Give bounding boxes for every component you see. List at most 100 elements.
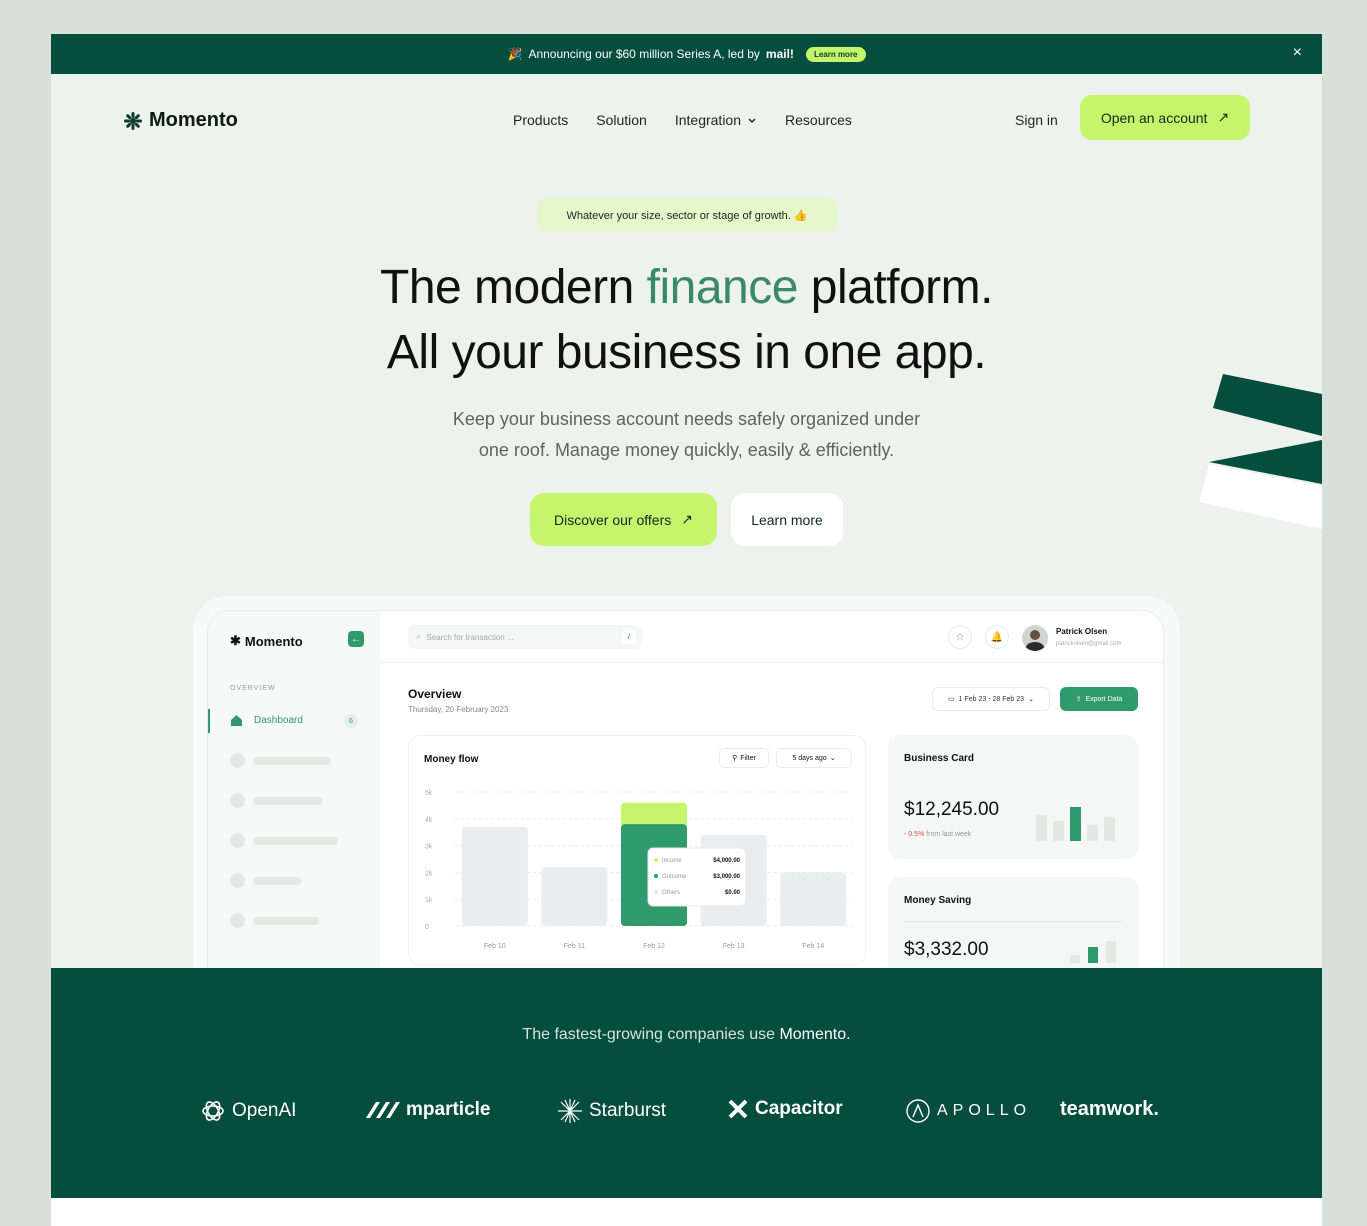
date-range-value: 1 Feb 23 - 28 Feb 23 bbox=[958, 695, 1025, 703]
chevron-down-icon: ⌄ bbox=[829, 755, 836, 762]
chevron-down-icon bbox=[748, 118, 756, 124]
filter-label: Filter bbox=[740, 754, 756, 762]
companies-caption-text: The fastest-growing companies use bbox=[522, 1026, 780, 1043]
avatar[interactable] bbox=[1022, 625, 1048, 651]
brand-logo[interactable]: Momento bbox=[123, 109, 238, 132]
x-tick-label: Feb 11 bbox=[564, 943, 585, 950]
company-logo-starburst: Starburst bbox=[557, 1098, 666, 1124]
user-email: patrickolsen@gmail.com bbox=[1056, 641, 1122, 647]
company-name: OpenAI bbox=[232, 1100, 297, 1121]
sidebar-item-placeholder[interactable] bbox=[230, 753, 331, 768]
announcement-learn-more-button[interactable]: Learn more bbox=[805, 46, 866, 62]
party-emoji: 🎉 bbox=[507, 47, 523, 61]
money-saving-value: $3,332.00 bbox=[904, 939, 989, 960]
page-frame: 🎉 Announcing our $60 million Series A, l… bbox=[51, 34, 1322, 1226]
tooltip-label: Outcome bbox=[662, 874, 687, 880]
filter-icon: ⚲ bbox=[732, 755, 738, 762]
upload-icon: ⇪ bbox=[1075, 696, 1082, 703]
active-indicator bbox=[208, 709, 210, 733]
mparticle-mark-icon bbox=[366, 1102, 400, 1118]
main-menu: Products Solution Integration Resources bbox=[513, 112, 852, 128]
hero-title-line-1: The modern finance platform. bbox=[51, 260, 1322, 315]
top-nav: Momento Products Solution Integration Re… bbox=[51, 74, 1322, 164]
openai-knot-icon bbox=[202, 1101, 224, 1121]
dashboard-count-badge: 6 bbox=[344, 714, 358, 728]
y-tick-label: 0 bbox=[425, 924, 429, 931]
hero-tagline: Whatever your size, sector or stage of g… bbox=[537, 198, 837, 232]
learn-more-button[interactable]: Learn more bbox=[731, 493, 843, 546]
date-range-picker[interactable]: ▭ 1 Feb 23 - 28 Feb 23 ⌄ bbox=[932, 687, 1050, 711]
nav-item-solution[interactable]: Solution bbox=[596, 112, 647, 128]
company-logo-teamwork: teamwork. bbox=[1060, 1098, 1159, 1121]
bar bbox=[461, 826, 528, 926]
open-account-button[interactable]: Open an account ↗ bbox=[1080, 95, 1250, 140]
divider bbox=[904, 921, 1122, 922]
tooltip-value: $0.00 bbox=[725, 890, 741, 896]
company-name: Starburst bbox=[589, 1100, 667, 1121]
dashboard-brand-name: Momento bbox=[244, 633, 303, 649]
home-icon bbox=[231, 715, 242, 726]
sidebar-item-placeholder[interactable] bbox=[230, 913, 319, 928]
search-icon: ⌕ bbox=[416, 632, 421, 641]
companies-section: The fastest-growing companies use Moment… bbox=[51, 968, 1322, 1198]
companies-caption: The fastest-growing companies use Moment… bbox=[51, 1026, 1322, 1044]
money-flow-chart: 0 1k 2k 3k 4k 5k Feb 10 Feb 11 Feb 12 Feb 13 Feb 1… bbox=[425, 790, 853, 950]
x-tick-label: Feb 10 bbox=[484, 943, 506, 950]
companies-caption-brand: Momento. bbox=[779, 1026, 851, 1043]
y-tick-label: 4k bbox=[425, 817, 433, 824]
user-name: Patrick Olsen bbox=[1056, 627, 1108, 636]
discover-offers-button[interactable]: Discover our offers ↗ bbox=[530, 493, 717, 546]
change-percent: - 0.5% bbox=[904, 831, 925, 838]
hero-subtitle-line-2: one roof. Manage money quickly, easily &… bbox=[478, 440, 895, 460]
tooltip-dot bbox=[654, 890, 658, 894]
nav-item-resources[interactable]: Resources bbox=[785, 112, 852, 128]
company-name: APOLLO bbox=[937, 1102, 1032, 1119]
hero-subtitle-line-1: Keep your business account needs safely … bbox=[452, 409, 921, 429]
sidebar-item-placeholder[interactable] bbox=[230, 873, 301, 888]
discover-offers-label: Discover our offers bbox=[554, 511, 672, 528]
business-card-change: - 0.5% from last week bbox=[904, 831, 971, 838]
business-card-widget: Business Card $12,245.00 - 0.5% from las… bbox=[888, 735, 1138, 859]
next-section bbox=[51, 1198, 1322, 1226]
x-tick-label: Feb 13 bbox=[723, 943, 745, 950]
y-tick-label: 1k bbox=[425, 897, 433, 904]
money-saving-title: Money Saving bbox=[904, 895, 972, 906]
tooltip-label: Others bbox=[662, 890, 680, 896]
close-icon[interactable]: × bbox=[1293, 44, 1302, 62]
x-tick-label: Feb 14 bbox=[802, 943, 824, 950]
nav-item-integration[interactable]: Integration bbox=[675, 112, 757, 128]
bar bbox=[780, 872, 847, 926]
announcement-bar: 🎉 Announcing our $60 million Series A, l… bbox=[51, 34, 1322, 74]
sidebar-item-placeholder[interactable] bbox=[230, 793, 323, 808]
search-placeholder: Search for transaction ... bbox=[426, 632, 514, 642]
sign-in-link[interactable]: Sign in bbox=[1015, 112, 1058, 128]
bell-icon[interactable]: 🔔 bbox=[985, 625, 1009, 649]
flower-logo-icon bbox=[124, 111, 142, 130]
hero-title-part-b: platform. bbox=[797, 261, 994, 314]
sidebar-section-label: OVERVIEW bbox=[230, 685, 276, 692]
overview-title: Overview bbox=[408, 687, 462, 701]
company-logo-openai: OpenAI bbox=[200, 1098, 296, 1124]
dashboard-preview: ✱ Momento ← OVERVIEW Dashboard 6 ⌕ Searc… bbox=[193, 596, 1180, 1030]
money-saving-mini-chart bbox=[1070, 941, 1116, 963]
dashboard-window: ✱ Momento ← OVERVIEW Dashboard 6 ⌕ Searc… bbox=[207, 610, 1164, 1030]
nav-item-products[interactable]: Products bbox=[513, 112, 568, 128]
sidebar-item-dashboard-label: Dashboard bbox=[254, 715, 303, 726]
filter-button[interactable]: ⚲ Filter bbox=[719, 748, 769, 768]
capacitor-x-icon bbox=[728, 1099, 748, 1119]
star-icon[interactable]: ☆ bbox=[948, 625, 972, 649]
hero-title-part-a: The modern bbox=[380, 261, 647, 314]
export-data-button[interactable]: ⇪ Export Data bbox=[1060, 687, 1138, 711]
collapse-sidebar-icon[interactable]: ← bbox=[348, 631, 364, 647]
hero-title-accent: finance bbox=[646, 261, 799, 314]
range-select[interactable]: 5 days ago ⌄ bbox=[776, 748, 852, 768]
brand-name: Momento bbox=[149, 109, 238, 131]
starburst-icon bbox=[558, 1099, 582, 1123]
sidebar-item-dashboard[interactable]: Dashboard 6 bbox=[208, 709, 380, 733]
announcement-text: Announcing our $60 million Series A, led… bbox=[528, 47, 760, 61]
business-card-title: Business Card bbox=[904, 753, 975, 764]
transaction-search-input[interactable]: ⌕ Search for transaction ... / bbox=[408, 625, 642, 649]
company-name: Capacitor bbox=[755, 1098, 843, 1119]
sidebar-item-placeholder[interactable] bbox=[230, 833, 338, 848]
x-tick-label: Feb 12 bbox=[643, 943, 665, 950]
